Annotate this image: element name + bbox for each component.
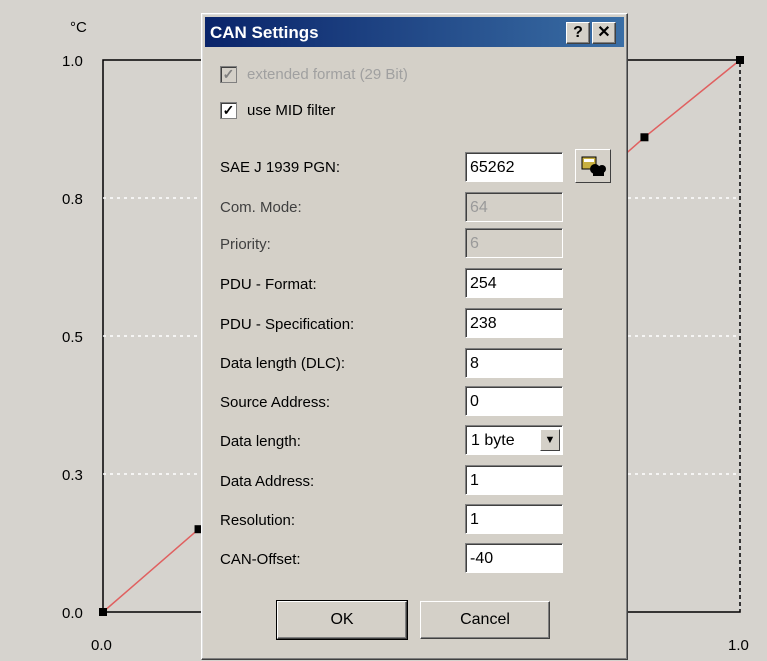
- dlc-input[interactable]: 8: [465, 348, 563, 378]
- cancel-button[interactable]: Cancel: [420, 601, 550, 639]
- y-tick-label: 0.3: [62, 467, 83, 484]
- priority-label: Priority:: [220, 236, 271, 253]
- can-offset-input[interactable]: -40: [465, 543, 563, 573]
- ok-button[interactable]: OK: [276, 600, 408, 640]
- pgn-input[interactable]: 65262: [465, 152, 563, 182]
- x-tick-label: 0.0: [91, 637, 112, 654]
- chevron-down-icon[interactable]: ▼: [540, 429, 560, 451]
- y-tick-label: 1.0: [62, 53, 83, 70]
- dialog-title: CAN Settings: [210, 23, 319, 42]
- search-database-icon: [581, 156, 606, 176]
- pgn-search-button[interactable]: [575, 149, 611, 183]
- mid-filter-check-icon: ✓: [220, 101, 237, 119]
- resolution-label: Resolution:: [220, 512, 296, 529]
- data-length-value: 1 byte: [471, 432, 515, 449]
- extended-format-label: extended format (29 Bit): [247, 65, 408, 83]
- pgn-label: SAE J 1939 PGN:: [220, 159, 341, 176]
- extended-format-checkbox[interactable]: ✓ extended format (29 Bit): [220, 64, 408, 84]
- y-tick-labels: 1.0 0.8 0.5 0.3 0.0: [62, 53, 83, 622]
- com-mode-input: 64: [465, 192, 563, 222]
- data-address-input[interactable]: 1: [465, 465, 563, 495]
- data-address-label: Data Address:: [220, 473, 315, 490]
- mid-filter-checkbox[interactable]: ✓ use MID filter: [220, 100, 335, 120]
- y-tick-label: 0.8: [62, 191, 83, 208]
- pdu-spec-input[interactable]: 238: [465, 308, 563, 338]
- resolution-input[interactable]: 1: [465, 504, 563, 534]
- x-tick-label: 1.0: [728, 637, 749, 654]
- title-bar[interactable]: CAN Settings ? ✕: [205, 17, 624, 47]
- mid-filter-label: use MID filter: [247, 101, 336, 119]
- com-mode-label: Com. Mode:: [220, 199, 302, 216]
- source-address-label: Source Address:: [220, 394, 331, 411]
- y-tick-label: 0.0: [62, 605, 83, 622]
- data-point: [736, 56, 744, 64]
- data-length-label: Data length:: [220, 433, 301, 450]
- pdu-spec-label: PDU - Specification:: [220, 316, 355, 333]
- pdu-format-label: PDU - Format:: [220, 276, 317, 293]
- can-settings-dialog: CAN Settings ? ✕ ✓ extended format (29 B…: [201, 13, 628, 660]
- pdu-format-input[interactable]: 254: [465, 268, 563, 298]
- help-button[interactable]: ?: [566, 22, 590, 44]
- data-point: [640, 133, 649, 142]
- y-tick-label: 0.5: [62, 329, 83, 346]
- priority-input: 6: [465, 228, 563, 258]
- extended-format-check-icon: ✓: [220, 65, 237, 83]
- dlc-label: Data length (DLC):: [220, 355, 346, 372]
- data-length-select[interactable]: 1 byte ▼: [465, 425, 563, 455]
- can-offset-label: CAN-Offset:: [220, 551, 301, 568]
- close-button[interactable]: ✕: [592, 22, 616, 44]
- data-point: [99, 608, 107, 616]
- unit-label: °C: [70, 19, 87, 36]
- source-address-input[interactable]: 0: [465, 386, 563, 416]
